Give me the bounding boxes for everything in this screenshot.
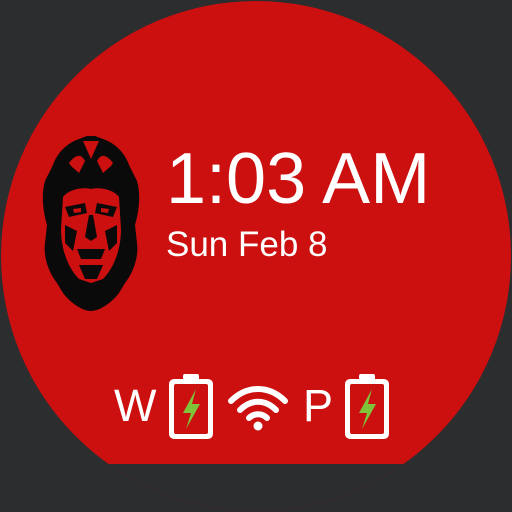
date-display: Sun Feb 8 [166,225,328,264]
battery-charging-icon[interactable] [166,373,216,441]
time-display: 1:03 AM [166,139,431,219]
screen-chin [1,464,511,511]
helmeted-face-icon [42,136,140,311]
battery-charging-icon[interactable] [342,373,392,441]
watch-screen: 1:03 AM Sun Feb 8 W P [0,0,512,512]
watch-label: W [114,380,157,431]
wifi-icon[interactable] [227,385,289,431]
watch-dial: 1:03 AM Sun Feb 8 W P [1,1,511,511]
status-row: W P [111,371,401,441]
phone-label: P [303,380,334,431]
